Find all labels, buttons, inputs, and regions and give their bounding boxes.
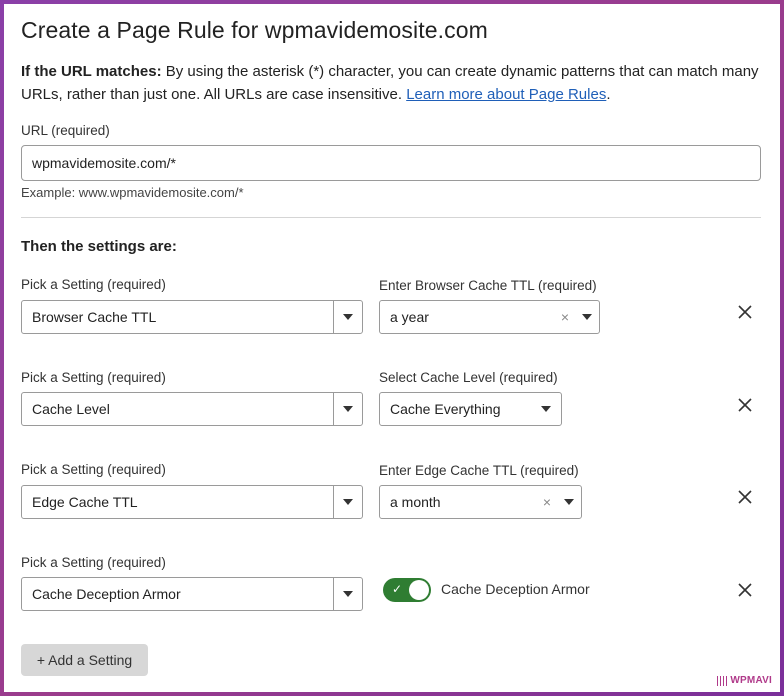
rule-3-setting-label: Pick a Setting (required) (21, 462, 166, 477)
url-input[interactable]: wpmavidemosite.com/* (21, 145, 761, 181)
url-label: URL (required) (21, 123, 110, 138)
toggle-label: Cache Deception Armor (441, 581, 590, 597)
settings-heading: Then the settings are: (21, 238, 177, 255)
rule-4-setting-label: Pick a Setting (required) (21, 555, 166, 570)
url-example: Example: www.wpmavidemosite.com/* (21, 185, 244, 200)
toggle-knob (409, 580, 429, 600)
page-title: Create a Page Rule for wpmavidemosite.co… (21, 17, 488, 43)
rule-3-value: a month (390, 494, 441, 510)
rule-3-setting-value: Edge Cache TTL (32, 494, 138, 510)
page-rule-panel: Create a Page Rule for wpmavidemosite.co… (4, 4, 780, 692)
intro-end: . (606, 86, 611, 103)
logo-icon (717, 675, 728, 686)
rule-1-setting-value: Browser Cache TTL (32, 309, 157, 325)
chevron-down-icon[interactable] (575, 314, 599, 320)
cache-deception-armor-toggle[interactable]: ✓ (383, 578, 431, 602)
rule-2-value: Cache Everything (390, 401, 501, 417)
check-icon: ✓ (392, 582, 403, 596)
close-icon[interactable] (736, 303, 754, 321)
rule-2-setting-select[interactable]: Cache Level (21, 392, 363, 426)
rule-2-value-label: Select Cache Level (required) (379, 370, 558, 385)
close-icon[interactable] (736, 396, 754, 414)
rule-4-setting-select[interactable]: Cache Deception Armor (21, 577, 363, 611)
clear-icon[interactable]: × (537, 494, 557, 510)
rule-4-setting-value: Cache Deception Armor (32, 586, 181, 602)
rule-3-setting-select[interactable]: Edge Cache TTL (21, 485, 363, 519)
url-input-value: wpmavidemosite.com/* (32, 155, 176, 171)
rule-3-value-label: Enter Edge Cache TTL (required) (379, 463, 579, 478)
watermark-logo: WPMAVI (717, 675, 772, 686)
clear-icon[interactable]: × (555, 309, 575, 325)
rule-1-value-label: Enter Browser Cache TTL (required) (379, 278, 597, 293)
chevron-down-icon[interactable] (557, 499, 581, 505)
intro-text: If the URL matches: By using the asteris… (21, 60, 761, 106)
rule-1-value-select[interactable]: a year × (379, 300, 600, 334)
rule-1-value: a year (390, 309, 429, 325)
rule-1-setting-label: Pick a Setting (required) (21, 277, 166, 292)
rule-2-setting-value: Cache Level (32, 401, 110, 417)
chevron-down-icon[interactable] (334, 499, 362, 505)
intro-bold: If the URL matches: (21, 63, 162, 80)
add-setting-button[interactable]: + Add a Setting (21, 644, 148, 676)
rule-3-value-select[interactable]: a month × (379, 485, 582, 519)
rule-2-value-select[interactable]: Cache Everything (379, 392, 562, 426)
chevron-down-icon[interactable] (334, 406, 362, 412)
rule-1-setting-select[interactable]: Browser Cache TTL (21, 300, 363, 334)
watermark-text: WPMAVI (730, 675, 772, 686)
rule-2-setting-label: Pick a Setting (required) (21, 370, 166, 385)
chevron-down-icon[interactable] (334, 314, 362, 320)
divider (21, 217, 761, 218)
chevron-down-icon[interactable] (531, 406, 561, 412)
close-icon[interactable] (736, 488, 754, 506)
learn-more-link[interactable]: Learn more about Page Rules (406, 86, 606, 103)
chevron-down-icon[interactable] (334, 591, 362, 597)
close-icon[interactable] (736, 581, 754, 599)
